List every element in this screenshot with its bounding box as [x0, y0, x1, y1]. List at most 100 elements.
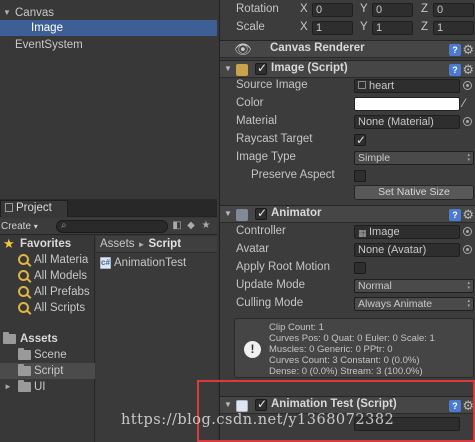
raycast-label: Raycast Target [236, 133, 313, 145]
axis-z-label[interactable]: Z [421, 1, 428, 18]
help-icon[interactable]: ? [449, 64, 461, 76]
axis-x-label[interactable]: X [300, 1, 308, 18]
create-button[interactable]: Create ▾ [1, 220, 38, 233]
expand-arrow-icon[interactable]: ▼ [3, 5, 11, 17]
image-type-dropdown[interactable]: Simple [354, 151, 474, 165]
search-input[interactable]: ⌕ [56, 220, 168, 233]
csharp-script-icon: c# [100, 257, 111, 269]
axis-y-label[interactable]: Y [360, 19, 368, 36]
filter-by-type-icon[interactable]: ◧ [171, 220, 183, 232]
breadcrumb-item[interactable]: Script [148, 238, 181, 250]
object-picker-icon[interactable] [463, 245, 472, 254]
hierarchy-item-eventsystem[interactable]: EventSystem [15, 37, 83, 53]
folder-icon [18, 364, 31, 377]
tree-favorite-item[interactable]: All Materia [0, 252, 95, 268]
asset-item-animationtest[interactable]: c# AnimationTest [100, 255, 186, 271]
breadcrumb-separator-icon: ► [137, 240, 146, 249]
hierarchy-item-image[interactable]: Image [0, 20, 217, 36]
create-label: Create [1, 221, 32, 232]
tree-assets[interactable]: Assets [0, 331, 95, 347]
filter-by-label-icon[interactable]: ◆ [185, 220, 197, 232]
script-row [220, 415, 475, 432]
gear-icon[interactable]: ⚙ [462, 398, 474, 414]
controller-field[interactable]: ▦ Image [354, 225, 460, 239]
image-component-icon [236, 64, 248, 76]
avatar-field[interactable]: None (Avatar) [354, 243, 460, 257]
object-picker-icon[interactable] [463, 227, 472, 236]
info-line: Curves Count: 3 Constant: 0 (0.0%) [269, 355, 420, 366]
tree-favorite-item[interactable]: All Prefabs [0, 284, 95, 300]
help-icon[interactable]: ? [449, 44, 461, 56]
source-image-field[interactable]: heart [354, 79, 460, 93]
axis-y-label[interactable]: Y [360, 1, 368, 18]
help-icon[interactable]: ? [449, 209, 461, 221]
scale-x-field[interactable]: 1 [312, 21, 353, 35]
info-line: Clip Count: 1 [269, 322, 324, 333]
hierarchy-item-canvas[interactable]: ▼ Canvas [3, 5, 54, 21]
animator-component-header[interactable]: ▼ Animator ? ⚙ [220, 205, 475, 223]
fold-arrow-icon[interactable]: ▼ [224, 64, 232, 73]
update-mode-label: Update Mode [236, 279, 306, 291]
rotation-y-field[interactable]: 0 [372, 3, 413, 17]
canvas-renderer-header[interactable]: 👁 Canvas Renderer ? ⚙ [220, 40, 475, 58]
script-field[interactable] [354, 417, 460, 431]
component-enabled-checkbox[interactable] [255, 61, 267, 75]
gear-icon[interactable]: ⚙ [462, 207, 474, 223]
image-component-header[interactable]: ▼ Image (Script) ? ⚙ [220, 60, 475, 78]
component-enabled-checkbox[interactable] [255, 206, 267, 220]
eyedropper-icon[interactable]: ⁄ [463, 95, 465, 112]
apply-root-motion-checkbox[interactable] [354, 262, 366, 274]
animation-test-component-header[interactable]: ▼ Animation Test (Script) ? ⚙ [220, 396, 475, 414]
sprite-icon [358, 81, 366, 89]
object-picker-icon[interactable] [463, 117, 472, 126]
scale-z-field[interactable]: 1 [433, 21, 474, 35]
set-native-size-button[interactable]: Set Native Size [354, 185, 474, 200]
help-icon[interactable]: ? [449, 400, 461, 412]
update-mode-dropdown[interactable]: Normal [354, 279, 474, 293]
scale-label: Scale [236, 21, 265, 33]
gear-icon[interactable]: ⚙ [462, 42, 474, 58]
csharp-script-icon [236, 400, 248, 412]
axis-z-label[interactable]: Z [421, 19, 428, 36]
rotation-row: Rotation X 0 Y 0 Z 0 [220, 1, 475, 18]
fold-arrow-icon[interactable]: ▼ [224, 209, 232, 218]
preserve-aspect-row: Preserve Aspect [220, 167, 475, 184]
raycast-checkbox[interactable] [354, 132, 366, 149]
folder-tab-icon [5, 203, 13, 212]
fold-arrow-icon[interactable]: ▼ [224, 400, 232, 409]
info-line: Curves Pos: 0 Quat: 0 Euler: 0 Scale: 1 [269, 333, 435, 344]
tree-favorites[interactable]: ★ Favorites [0, 236, 95, 252]
tree-folder-scene[interactable]: Scene [0, 347, 95, 363]
material-row: Material None (Material) [220, 113, 475, 130]
star-favorite-icon[interactable]: ★ [200, 220, 212, 232]
tree-favorite-item[interactable]: All Models [0, 268, 95, 284]
tree-folder-script[interactable]: Script [0, 363, 95, 379]
source-image-value: heart [369, 80, 395, 92]
expand-arrow-icon[interactable]: ► [4, 379, 17, 391]
controller-label: Controller [236, 225, 286, 237]
culling-mode-dropdown[interactable]: Always Animate [354, 297, 474, 311]
source-image-label: Source Image [236, 79, 308, 91]
gear-icon[interactable]: ⚙ [462, 62, 474, 78]
rotation-z-field[interactable]: 0 [433, 3, 474, 17]
image-type-label: Image Type [236, 151, 296, 163]
material-field[interactable]: None (Material) [354, 115, 460, 129]
project-toolbar: Create ▾ ⌕ ◧ ◆ ★ [0, 218, 217, 235]
axis-x-label[interactable]: X [300, 19, 308, 36]
color-swatch[interactable] [354, 97, 460, 111]
animator-info-box: ! Clip Count: 1 Curves Pos: 0 Quat: 0 Eu… [234, 318, 474, 378]
object-picker-icon[interactable] [463, 81, 472, 90]
component-enabled-checkbox[interactable] [255, 397, 267, 411]
magnifier-icon [18, 270, 31, 282]
hierarchy-item-label: Image [31, 22, 63, 34]
preserve-aspect-checkbox[interactable] [354, 170, 366, 182]
culling-mode-label: Culling Mode [236, 297, 304, 309]
tree-favorite-item[interactable]: All Scripts [0, 300, 95, 316]
rotation-x-field[interactable]: 0 [312, 3, 353, 17]
breadcrumb-item[interactable]: Assets [100, 238, 135, 250]
scale-y-field[interactable]: 1 [372, 21, 413, 35]
native-size-row: Set Native Size [220, 184, 475, 201]
component-title: Image (Script) [271, 62, 348, 74]
tab-project[interactable]: Project [0, 200, 68, 217]
tree-folder-ui[interactable]: ► UI [0, 379, 95, 395]
